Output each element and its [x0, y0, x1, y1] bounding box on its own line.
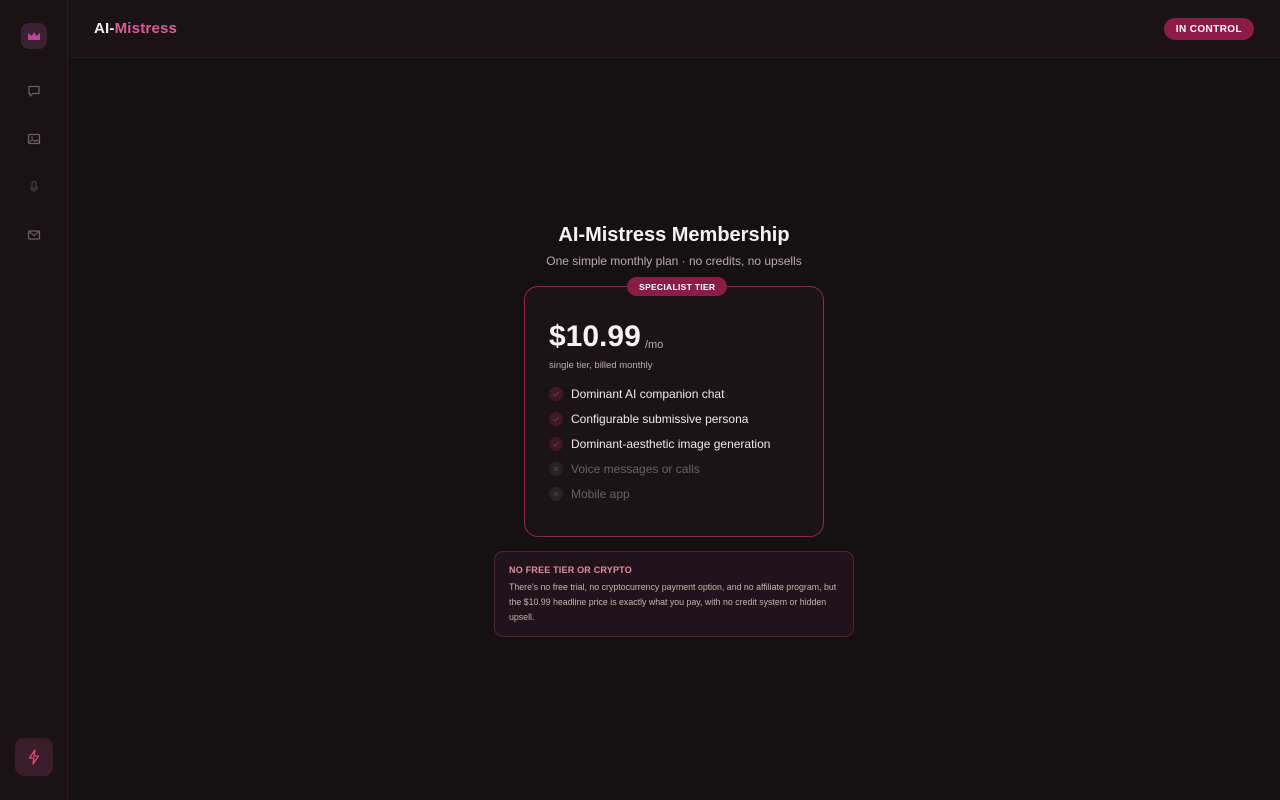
brand-logo[interactable]: AI-Mistress	[94, 20, 177, 37]
brand-name: Mistress	[114, 20, 178, 37]
check-icon	[549, 437, 563, 451]
microphone-icon	[29, 180, 39, 193]
status-badge[interactable]: IN CONTROL	[1163, 18, 1254, 40]
sidebar-item-images[interactable]	[24, 129, 44, 149]
envelope-icon	[27, 230, 41, 240]
billing-note: single tier, billed monthly	[549, 360, 653, 371]
crown-icon	[28, 31, 40, 40]
logo-badge[interactable]	[21, 23, 47, 49]
feature-item: Configurable submissive persona	[549, 411, 748, 427]
page-subtitle: One simple monthly plan · no credits, no…	[546, 254, 802, 268]
check-icon	[549, 412, 563, 426]
top-header: AI-Mistress IN CONTROL	[68, 0, 1280, 58]
x-icon	[549, 462, 563, 476]
sidebar-item-messages[interactable]	[24, 225, 44, 245]
price-unit: /mo	[645, 339, 664, 351]
image-icon	[27, 133, 41, 145]
sidebar-item-voice[interactable]	[24, 177, 44, 197]
price-value: $10.99	[549, 320, 641, 353]
chat-bubble-icon	[28, 85, 40, 97]
sidebar	[0, 0, 68, 800]
tier-badge: SPECIALIST TIER	[627, 277, 728, 296]
notice-box: NO FREE TIER OR CRYPTO There's no free t…	[494, 551, 854, 637]
brand-prefix: AI-	[94, 20, 115, 37]
feature-item: Dominant AI companion chat	[549, 386, 724, 402]
page-title: AI-Mistress Membership	[558, 224, 790, 246]
upgrade-button[interactable]	[15, 738, 53, 776]
lightning-icon	[28, 749, 40, 765]
feature-item: Dominant-aesthetic image generation	[549, 436, 770, 452]
feature-label: Voice messages or calls	[571, 462, 700, 476]
feature-label: Mobile app	[571, 487, 630, 501]
notice-title: NO FREE TIER OR CRYPTO	[509, 565, 632, 575]
feature-label: Dominant AI companion chat	[571, 387, 725, 401]
notice-body: There's no free trial, no cryptocurrency…	[509, 582, 837, 622]
sidebar-item-chat[interactable]	[24, 81, 44, 101]
feature-label: Configurable submissive persona	[571, 412, 749, 426]
feature-item-excluded: Mobile app	[549, 486, 630, 502]
x-icon	[549, 487, 563, 501]
check-icon	[549, 387, 563, 401]
feature-label: Dominant-aesthetic image generation	[571, 437, 771, 451]
feature-item-excluded: Voice messages or calls	[549, 461, 700, 477]
